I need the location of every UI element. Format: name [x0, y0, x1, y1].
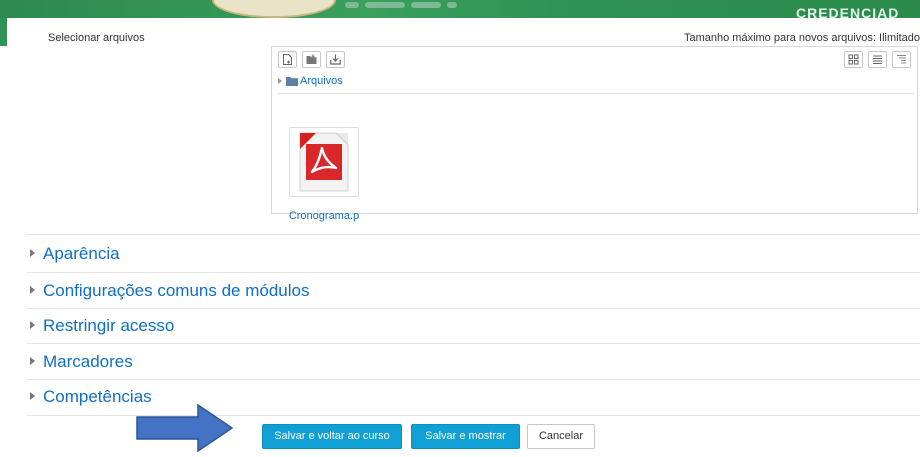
save-and-return-button[interactable]: Salvar e voltar ao curso [262, 424, 402, 449]
file-manager-toolbar [272, 47, 917, 73]
file-thumbnail[interactable] [289, 127, 359, 197]
create-folder-button[interactable] [302, 51, 321, 68]
view-icons-button[interactable] [844, 51, 863, 68]
site-header-banner: CREDENCIAD [0, 0, 920, 18]
file-manager-breadcrumb[interactable]: Arquivos [278, 73, 914, 94]
section-common-module-settings[interactable]: Configurações comuns de módulos [30, 281, 309, 303]
section-label[interactable]: Aparência [43, 244, 120, 263]
banner-credential-text: CREDENCIAD [796, 5, 900, 18]
banner-left-edge [0, 18, 7, 46]
cancel-button[interactable]: Cancelar [527, 424, 595, 449]
section-divider [27, 343, 920, 344]
expand-triangle-icon [278, 78, 282, 84]
section-label[interactable]: Configurações comuns de módulos [43, 281, 309, 300]
collapsed-caret-icon [30, 320, 35, 329]
form-panel: Selecionar arquivos Tamanho máximo para … [7, 18, 920, 453]
max-size-text: Tamanho máximo para novos arquivos: Ilim… [683, 32, 920, 44]
add-file-button[interactable] [278, 51, 297, 68]
file-manager: Arquivos Cronograma.p [271, 46, 918, 222]
view-list-button[interactable] [868, 51, 887, 68]
download-all-button[interactable] [326, 51, 345, 68]
file-name-label[interactable]: Cronograma.p [282, 210, 366, 224]
collapsed-caret-icon [30, 285, 35, 294]
breadcrumb-folder-label[interactable]: Arquivos [300, 75, 343, 87]
folder-icon [286, 76, 298, 89]
pointer-arrow-icon [136, 403, 234, 457]
files-field-label: Selecionar arquivos [48, 32, 145, 44]
section-label[interactable]: Marcadores [43, 352, 133, 371]
section-tags[interactable]: Marcadores [30, 352, 133, 374]
section-restrict-access[interactable]: Restringir acesso [30, 316, 174, 338]
site-logo-emblem [212, 0, 336, 18]
collapsed-caret-icon [30, 391, 35, 400]
section-divider [27, 308, 920, 309]
view-tree-button[interactable] [892, 51, 911, 68]
section-label[interactable]: Restringir acesso [43, 316, 174, 335]
section-divider [27, 234, 920, 235]
collapsed-caret-icon [30, 248, 35, 257]
banner-partial-text [345, 0, 495, 12]
section-divider [27, 272, 920, 273]
section-appearance[interactable]: Aparência [30, 244, 120, 266]
section-competencies[interactable]: Competências [30, 387, 152, 409]
section-divider [27, 379, 920, 380]
collapsed-caret-icon [30, 356, 35, 365]
save-and-display-button[interactable]: Salvar e mostrar [411, 424, 520, 449]
